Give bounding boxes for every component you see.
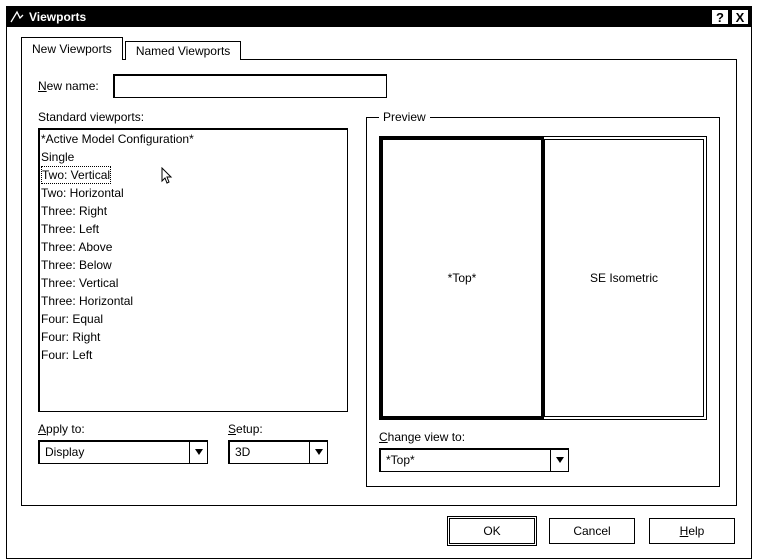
list-item[interactable]: Two: Vertical [41,166,111,184]
dialog-title: Viewports [29,10,711,24]
right-column: Preview *Top* SE Isometric Change vie [366,110,720,487]
change-view-value: *Top* [380,453,550,467]
preview-frame: Preview *Top* SE Isometric Change vie [366,110,720,487]
titlebar-controls: ? X [711,9,749,25]
left-column: Standard viewports: *Active Model Config… [38,110,348,487]
standard-viewports-label: Standard viewports: [38,110,144,124]
preview-pane[interactable]: SE Isometric [544,139,704,417]
chevron-down-icon [309,441,327,463]
preview-pane-label: *Top* [448,271,477,285]
list-item[interactable]: Three: Horizontal [41,292,345,310]
setup-select[interactable]: 3D [228,440,328,464]
button-row: OK Cancel Help [21,518,737,544]
new-name-label: New name: [38,79,99,93]
standard-viewports-list[interactable]: *Active Model Configuration* Single Two:… [38,128,348,412]
tab-new-viewports[interactable]: New Viewports [21,37,123,60]
preview-pane-label: SE Isometric [590,271,658,285]
change-view-select[interactable]: *Top* [379,448,569,472]
cancel-button[interactable]: Cancel [549,518,635,544]
tab-panel: New name: Standard viewports: *Active Mo… [21,59,737,506]
help-button[interactable]: Help [649,518,735,544]
setup-label: Setup: [228,422,328,436]
ok-button[interactable]: OK [449,518,535,544]
new-name-input[interactable] [113,74,387,98]
list-item[interactable]: Three: Below [41,256,345,274]
list-item[interactable]: Three: Left [41,220,345,238]
preview-box: *Top* SE Isometric [379,136,707,420]
tab-named-viewports[interactable]: Named Viewports [125,41,242,60]
list-item[interactable]: Three: Right [41,202,345,220]
titlebar: Viewports ? X [7,7,751,27]
apply-to-value: Display [39,445,189,459]
list-item[interactable]: Two: Horizontal [41,184,345,202]
dialog-window: Viewports ? X New Viewports Named Viewpo… [6,6,752,559]
list-item[interactable]: Four: Right [41,328,345,346]
chevron-down-icon [550,449,568,471]
apply-to-select[interactable]: Display [38,440,208,464]
apply-to-label: Apply to: [38,422,208,436]
list-item[interactable]: Four: Equal [41,310,345,328]
app-icon [9,9,25,25]
list-item[interactable]: Four: Left [41,346,345,364]
change-view-label: Change view to: [379,430,569,444]
preview-pane[interactable]: *Top* [380,137,544,419]
chevron-down-icon [189,441,207,463]
list-item[interactable]: Single [41,148,345,166]
preview-legend: Preview [379,110,430,124]
tab-strip: New Viewports Named Viewports [21,37,737,60]
list-item[interactable]: Three: Above [41,238,345,256]
client-area: New Viewports Named Viewports New name: … [7,27,751,558]
help-button[interactable]: ? [711,9,729,25]
close-button[interactable]: X [731,9,749,25]
list-item[interactable]: *Active Model Configuration* [41,130,345,148]
list-item[interactable]: Three: Vertical [41,274,345,292]
setup-value: 3D [229,445,309,459]
